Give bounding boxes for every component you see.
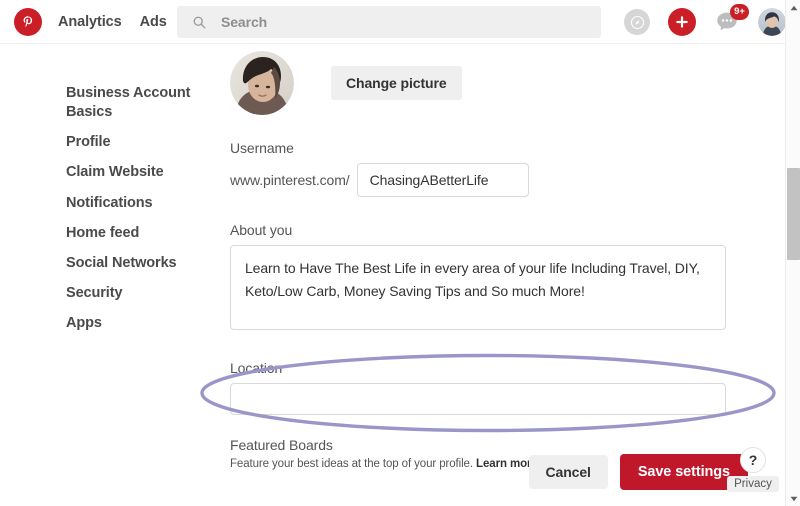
vertical-scrollbar[interactable] — [785, 0, 800, 506]
search-input[interactable]: Search — [177, 6, 601, 38]
sidebar-item-security[interactable]: Security — [66, 284, 226, 303]
create-pin-button[interactable] — [668, 8, 696, 36]
sidebar-item-business-account-basics[interactable]: Business Account Basics — [66, 84, 226, 122]
sidebar-item-apps[interactable]: Apps — [66, 314, 226, 333]
header-actions: 9+ — [624, 0, 786, 44]
scrollbar-thumb[interactable] — [787, 168, 800, 260]
profile-settings-form: Change picture Username www.pinterest.co… — [230, 44, 750, 470]
pinterest-settings-page: Analytics Ads Search — [0, 0, 800, 506]
featured-boards-description-text: Feature your best ideas at the top of yo… — [230, 458, 473, 470]
about-you-textarea[interactable]: Learn to Have The Best Life in every are… — [230, 245, 726, 330]
user-avatar[interactable] — [758, 8, 786, 36]
location-label: Location — [230, 360, 750, 376]
nav-link-analytics[interactable]: Analytics — [58, 14, 122, 30]
change-picture-button[interactable]: Change picture — [331, 66, 462, 100]
nav-link-ads[interactable]: Ads — [140, 14, 167, 30]
sidebar-item-notifications[interactable]: Notifications — [66, 194, 226, 213]
username-label: Username — [230, 140, 750, 156]
featured-boards-title: Featured Boards — [230, 437, 726, 453]
top-navigation-bar: Analytics Ads Search — [0, 0, 800, 44]
sidebar-item-claim-website[interactable]: Claim Website — [66, 163, 226, 182]
location-input[interactable] — [230, 383, 726, 415]
messages-badge: 9+ — [730, 4, 749, 20]
sidebar-item-social-networks[interactable]: Social Networks — [66, 254, 226, 273]
help-question-icon[interactable]: ? — [740, 447, 766, 473]
chevron-down-icon[interactable] — [786, 491, 800, 506]
profile-picture-row: Change picture — [230, 44, 750, 115]
sidebar-item-profile[interactable]: Profile — [66, 133, 226, 152]
search-icon — [191, 14, 207, 30]
sidebar-item-home-feed[interactable]: Home feed — [66, 224, 226, 243]
username-url-prefix: www.pinterest.com/ — [230, 172, 350, 188]
username-input[interactable] — [357, 163, 529, 197]
pinterest-logo-icon[interactable] — [14, 8, 42, 36]
help-widget: ? Privacy — [722, 447, 784, 492]
search-placeholder: Search — [221, 14, 267, 30]
messages-button[interactable]: 9+ — [714, 9, 740, 35]
profile-avatar[interactable] — [230, 51, 294, 115]
username-row: www.pinterest.com/ — [230, 163, 750, 197]
privacy-link[interactable]: Privacy — [727, 476, 779, 492]
form-actions: Cancel Save settings — [529, 454, 749, 490]
chevron-up-icon[interactable] — [786, 0, 800, 15]
settings-sidebar: Business Account Basics Profile Claim We… — [66, 84, 226, 344]
cancel-button[interactable]: Cancel — [529, 455, 608, 489]
compass-icon[interactable] — [624, 9, 650, 35]
about-you-label: About you — [230, 222, 750, 238]
